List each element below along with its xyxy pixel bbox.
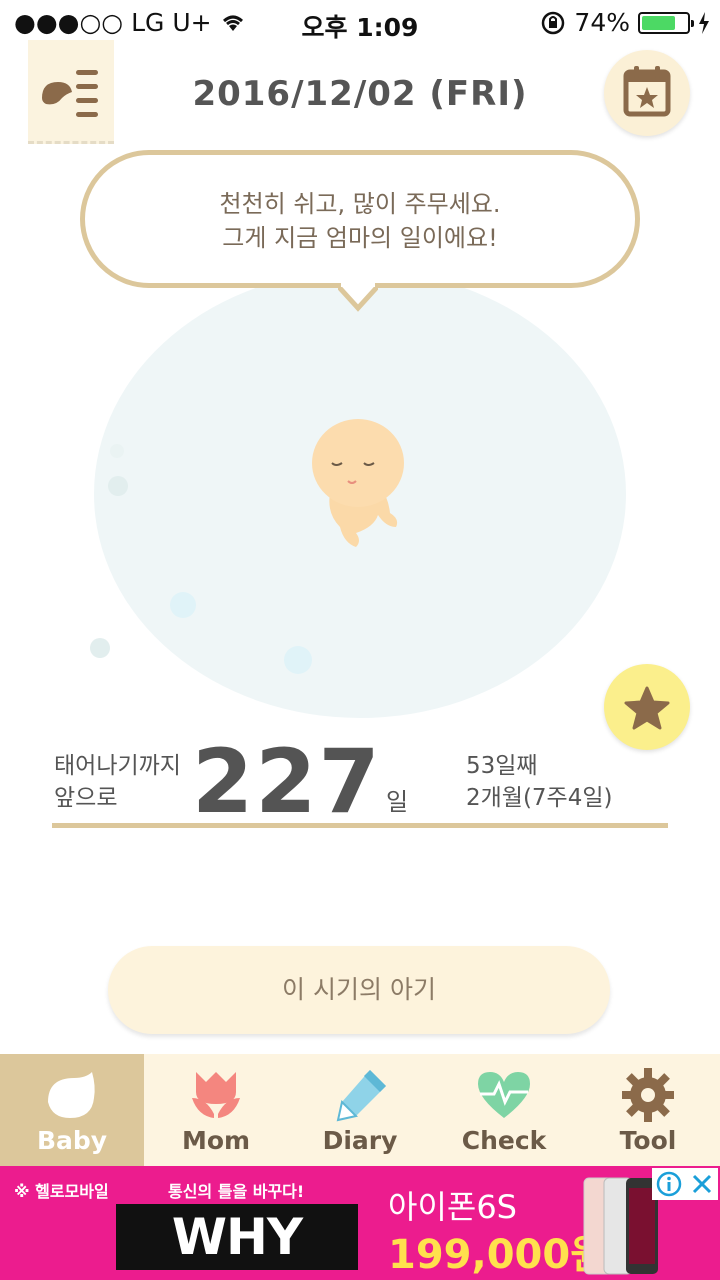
battery-icon (638, 11, 694, 34)
menu-button[interactable] (28, 40, 114, 144)
days-unit: 일 (386, 788, 409, 816)
info-icon[interactable] (656, 1171, 682, 1197)
tab-label: Check (461, 1126, 547, 1155)
ad-controls (652, 1168, 718, 1200)
message-line-1: 천천히 쉬고, 많이 주무세요. (219, 190, 501, 218)
decor-bubble (284, 646, 312, 674)
phone-image (583, 1177, 658, 1275)
star-icon (624, 686, 670, 730)
message-text: 천천히 쉬고, 많이 주무세요. 그게 지금 엄마의 일이에요! (85, 187, 635, 255)
countdown-label-line-1: 태어나기까지 (54, 753, 181, 779)
status-right: 74% (540, 8, 710, 37)
tab-label: Baby (36, 1126, 108, 1155)
gear-icon (622, 1068, 674, 1122)
pencil-icon (336, 1070, 386, 1122)
battery-percent: 74% (574, 8, 630, 37)
favorite-button[interactable] (604, 664, 690, 750)
day-count: 53일째 (466, 753, 538, 779)
rotation-lock-icon (542, 11, 565, 34)
tab-mom[interactable]: Mom (144, 1054, 288, 1166)
pregnancy-progress: 53일째 2개월(7주4일) (466, 750, 613, 814)
tab-label: Diary (322, 1126, 398, 1155)
calendar-button[interactable] (604, 50, 690, 136)
countdown-label-line-2: 앞으로 (54, 785, 118, 811)
bird-icon (48, 1072, 95, 1118)
battery-fill (642, 15, 675, 30)
message-line-2: 그게 지금 엄마의 일이에요! (222, 224, 498, 252)
tab-diary[interactable]: Diary (288, 1054, 432, 1166)
calendar-star-icon (623, 66, 671, 117)
decor-bubble (110, 444, 124, 458)
fetus-icon (312, 419, 404, 547)
decor-bubble (90, 638, 110, 658)
tab-bar: Baby Mom Diary Check Tool (0, 1054, 720, 1166)
charging-icon (699, 11, 709, 34)
tab-check[interactable]: Check (432, 1054, 576, 1166)
days-left-number: 227 (192, 730, 382, 833)
ad-banner[interactable]: ※ 헬로모바일 통신의 틀을 바꾸다! WHY NOT? 아이폰6S 199,0… (0, 1166, 720, 1280)
message-bubble: 천천히 쉬고, 많이 주무세요. 그게 지금 엄마의 일이에요! (80, 150, 640, 288)
decor-bubble (108, 476, 128, 496)
tab-label: Tool (619, 1126, 677, 1155)
tab-tool[interactable]: Tool (576, 1054, 720, 1166)
decor-bubble (170, 592, 196, 618)
page-title: 2016/12/02 (FRI) (192, 74, 528, 114)
bubble-tail (338, 282, 378, 312)
ad-tagline: 통신의 틀을 바꾸다! (168, 1182, 305, 1201)
ad-headline: WHY NOT? (116, 1204, 358, 1280)
bird-menu-icon (42, 70, 98, 117)
heart-pulse-icon (478, 1072, 530, 1118)
countdown-label: 태어나기까지 앞으로 (54, 750, 181, 814)
womb-illustration (90, 270, 626, 718)
tab-baby[interactable]: Baby (0, 1054, 144, 1166)
ad-brand: ※ 헬로모바일 (14, 1182, 109, 1201)
baby-this-period-button[interactable]: 이 시기의 아기 (108, 946, 610, 1034)
tab-label: Mom (181, 1126, 251, 1155)
close-icon[interactable] (690, 1172, 714, 1196)
tulip-icon (192, 1072, 240, 1118)
divider (52, 823, 668, 828)
pregnancy-age: 2개월(7주4일) (466, 785, 613, 811)
ad-price: 199,000원 (388, 1232, 607, 1278)
